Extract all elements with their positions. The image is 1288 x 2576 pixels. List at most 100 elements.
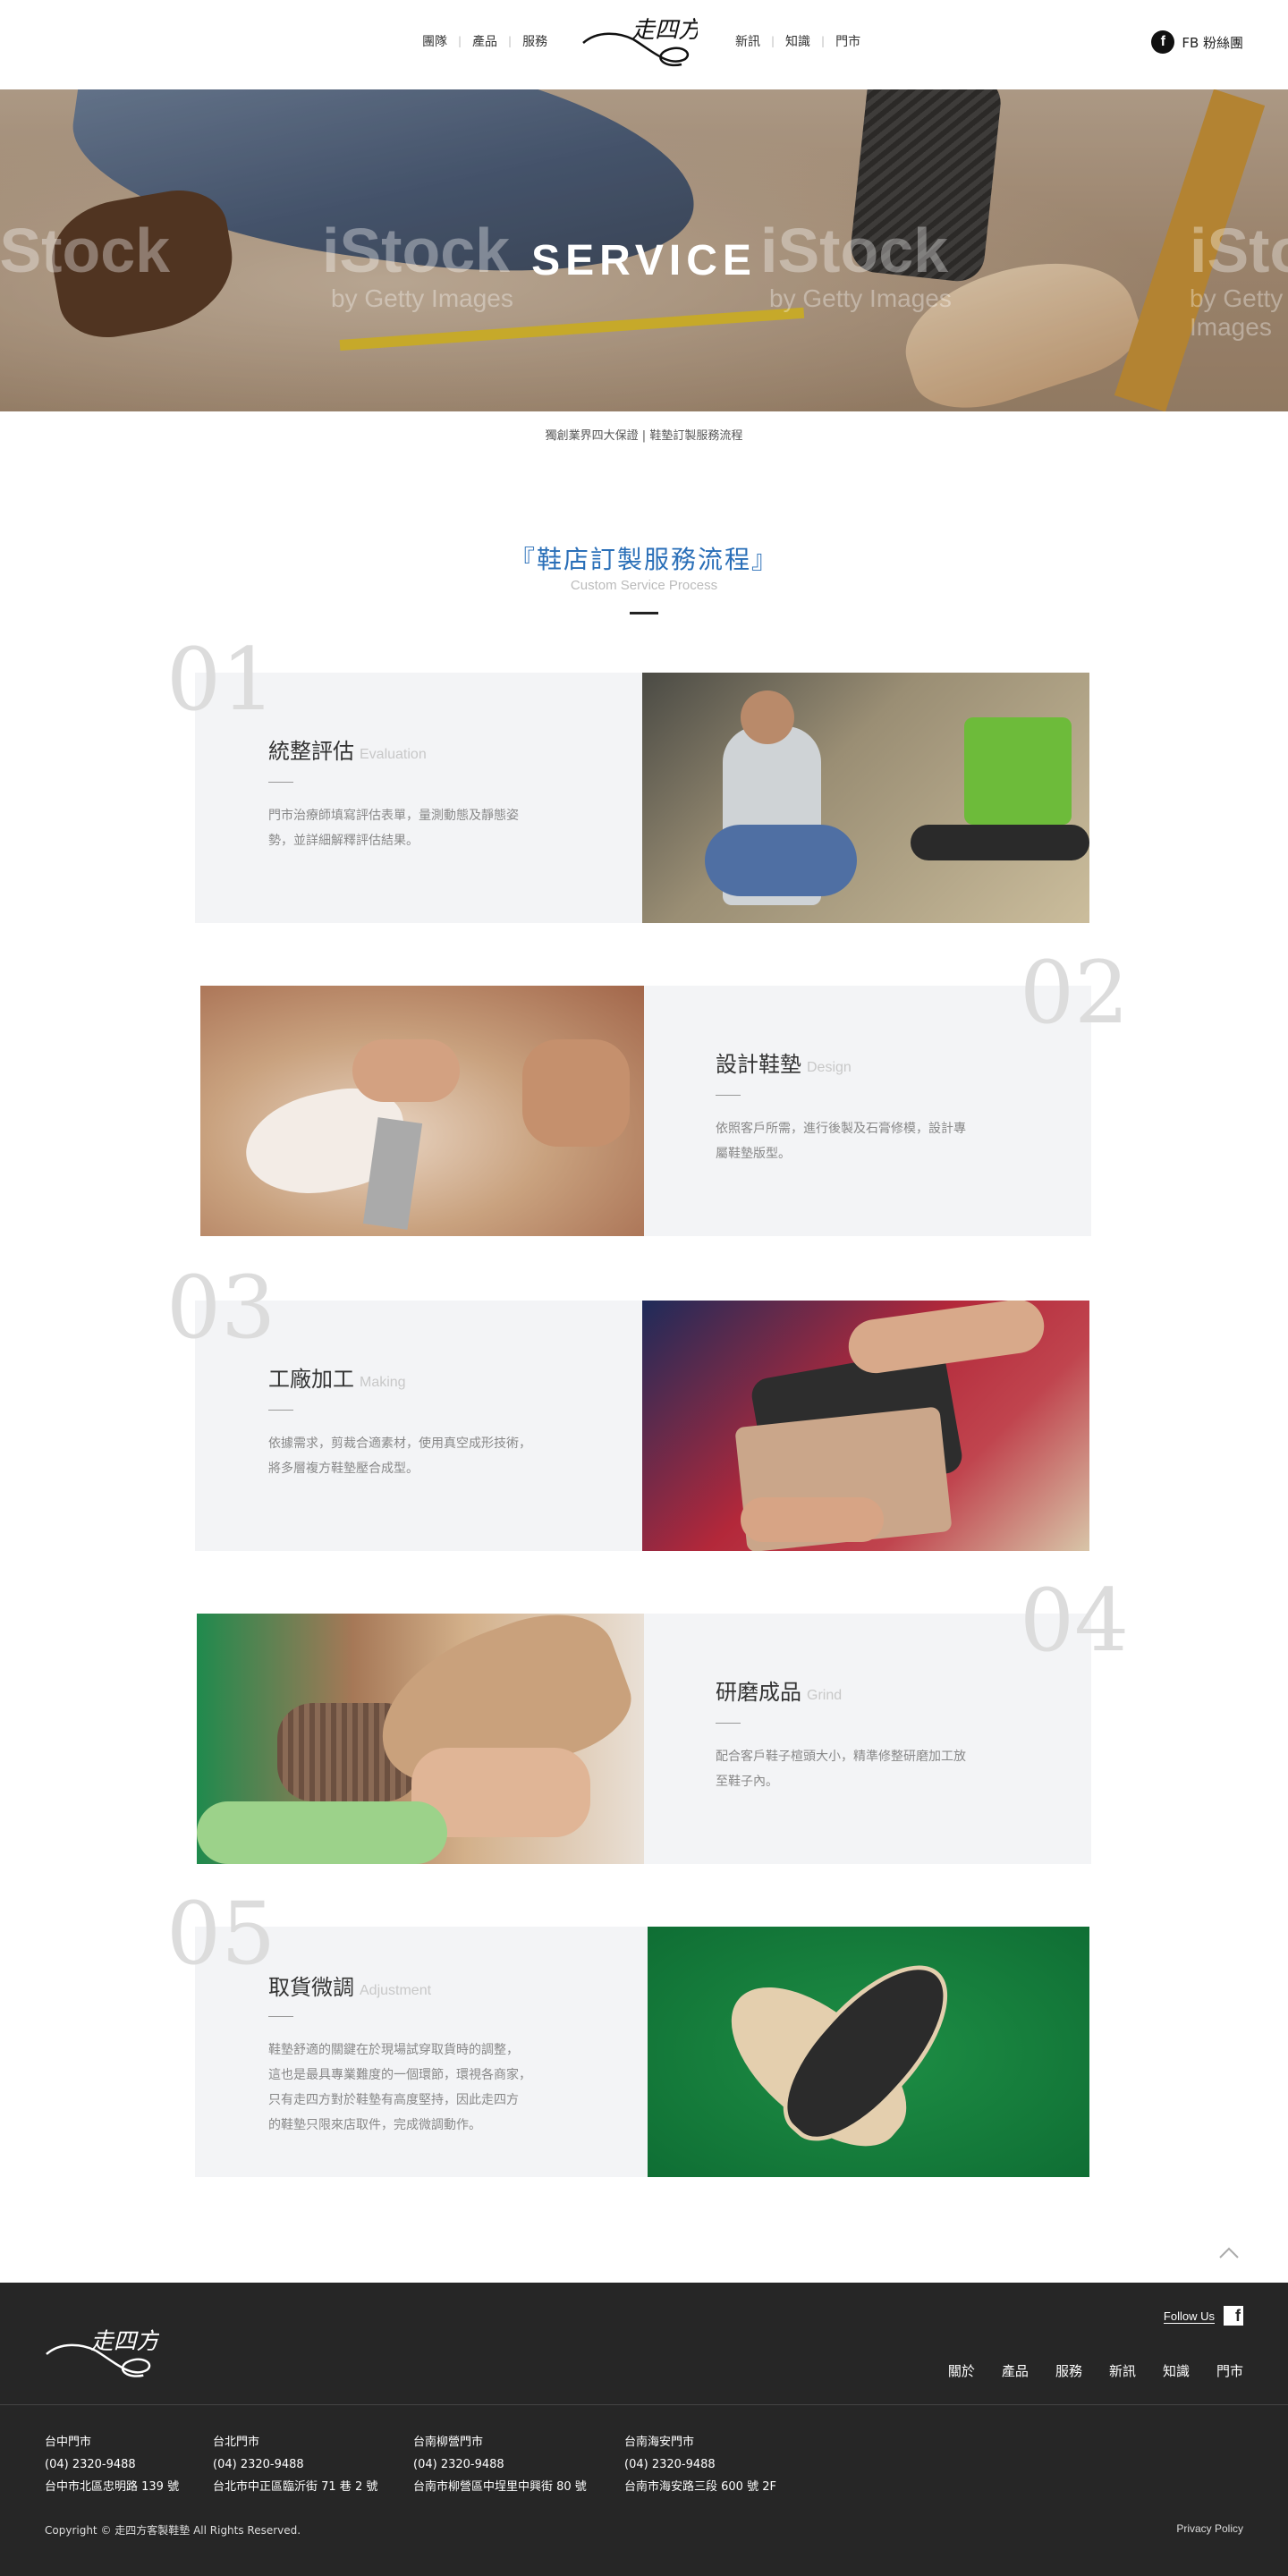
watermark-sub: by Getty Images [331, 284, 513, 312]
footer-nav-stores[interactable]: 門市 [1216, 2361, 1243, 2380]
step-photo-design [200, 986, 644, 1236]
store-phone[interactable]: (04) 2320-9488 [624, 2453, 776, 2476]
step-line [716, 1723, 741, 1724]
back-to-top-icon[interactable] [1216, 2240, 1241, 2265]
photo-hand [522, 1039, 630, 1147]
step-title-en: Design [807, 1060, 852, 1075]
privacy-policy-link[interactable]: Privacy Policy [1176, 2522, 1243, 2535]
photo-hand [741, 1497, 884, 1542]
step-number: 01 [166, 630, 276, 730]
step-title: 工廠加工 Making [268, 1361, 406, 1393]
facebook-icon[interactable]: f [1224, 2306, 1243, 2326]
step-title-zh: 設計鞋墊 [716, 1052, 801, 1077]
step-description-line: 鞋墊舒適的關鍵在於現場試穿取貨時的調整， [268, 2043, 519, 2057]
step-title-en: Grind [807, 1688, 843, 1703]
footer-nav-news[interactable]: 新訊 [1109, 2361, 1136, 2380]
store-address: 台北市中正區臨沂街 71 巷 2 號 [213, 2480, 378, 2494]
store-info-taipei: 台北門市 (04) 2320-9488 台北市中正區臨沂街 71 巷 2 號 [213, 2431, 377, 2498]
step-description-line: 這也是最具專業難度的一個環節，環視各商家， [268, 2068, 531, 2082]
facebook-icon: f [1151, 30, 1175, 54]
store-name: 台南柳營門市 [413, 2436, 484, 2449]
footer-nav-knowledge[interactable]: 知識 [1163, 2361, 1190, 2380]
store-name: 台中門市 [45, 2436, 92, 2449]
store-info-haian: 台南海安門市 (04) 2320-9488 台南市海安路三段 600 號 2F [624, 2431, 776, 2498]
photo-green-box [964, 717, 1072, 825]
step-number: 02 [1020, 943, 1130, 1043]
logo-text: 走四方 [631, 17, 698, 44]
nav-item-products[interactable]: 產品 [462, 32, 508, 50]
step-description: 配合客戶鞋子楦頭大小，精準修整研磨加工放 至鞋子內。 [716, 1744, 966, 1794]
fb-fanpage-link[interactable]: f FB 粉絲團 [1151, 30, 1243, 54]
step-description: 鞋墊舒適的關鍵在於現場試穿取貨時的調整， 這也是最具專業難度的一個環節，環視各商… [268, 2038, 531, 2138]
nav-item-team[interactable]: 團隊 [411, 32, 458, 50]
store-address: 台中市北區忠明路 139 號 [45, 2480, 180, 2494]
step-description: 依據需求，剪裁合適素材，使用真空成形技術， 將多層複方鞋墊壓合成型。 [268, 1431, 531, 1481]
follow-us-link[interactable]: Follow Us [1163, 2309, 1215, 2324]
hero-title: SERVICE [531, 237, 757, 284]
store-address: 台南市海安路三段 600 號 2F [624, 2480, 776, 2494]
step-description-line: 屬鞋墊版型。 [716, 1147, 791, 1161]
site-footer: 走四方 Follow Us f 關於 產品 服務 新訊 知識 門市 台中門市 (… [0, 2283, 1288, 2576]
step-description: 門市治療師填寫評估表單，量測動態及靜態姿 勢，並詳細解釋評估結果。 [268, 803, 519, 853]
step-description-line: 依照客戶所需，進行後製及石膏修模，設計專 [716, 1122, 966, 1136]
photo-hand [352, 1039, 460, 1102]
site-header: 團隊 | 產品 | 服務 走四方 新訊 | 知識 | 門市 f FB 粉絲團 [0, 0, 1288, 89]
step-title-en: Making [360, 1375, 406, 1390]
step-number: 04 [1020, 1571, 1130, 1671]
footer-nav-service[interactable]: 服務 [1055, 2361, 1082, 2380]
store-phone[interactable]: (04) 2320-9488 [213, 2453, 377, 2476]
photo-green-foam [197, 1801, 447, 1864]
photo-jeans [705, 825, 857, 896]
footer-divider [0, 2404, 1288, 2405]
step-title-zh: 工廠加工 [268, 1367, 354, 1392]
step-photo-adjustment [648, 1927, 1089, 2177]
step-description-line: 至鞋子內。 [716, 1775, 778, 1789]
store-name: 台北門市 [213, 2436, 260, 2449]
step-title: 取貨微調 Adjustment [268, 1970, 431, 2001]
step-title-en: Evaluation [360, 747, 427, 762]
step-line [268, 2016, 293, 2017]
step-number: 03 [166, 1258, 276, 1358]
step-description-line: 只有走四方對於鞋墊有高度堅持，因此走四方 [268, 2093, 519, 2107]
footer-logo[interactable]: 走四方 [43, 2322, 159, 2385]
footer-logo-text: 走四方 [90, 2328, 159, 2355]
step-description-line: 門市治療師填寫評估表單，量測動態及靜態姿 [268, 809, 519, 823]
nav-item-knowledge[interactable]: 知識 [775, 32, 821, 50]
nav-item-news[interactable]: 新訊 [724, 32, 771, 50]
main-nav-left: 團隊 | 產品 | 服務 [411, 32, 558, 50]
step-line [268, 782, 293, 783]
step-title: 研磨成品 Grind [716, 1674, 842, 1706]
store-phone[interactable]: (04) 2320-9488 [45, 2453, 179, 2476]
fb-fanpage-label: FB 粉絲團 [1182, 34, 1243, 51]
footer-nav-about[interactable]: 關於 [948, 2361, 975, 2380]
step-description-line: 勢，並詳細解釋評估結果。 [268, 834, 419, 848]
main-nav-right: 新訊 | 知識 | 門市 [724, 32, 871, 50]
copyright: Copyright © 走四方客製鞋墊 All Rights Reserved. [45, 2524, 301, 2537]
site-logo[interactable]: 走四方 [580, 13, 698, 72]
step-number: 05 [166, 1884, 276, 1984]
step-description: 依照客戶所需，進行後製及石膏修模，設計專 屬鞋墊版型。 [716, 1116, 966, 1166]
step-line [716, 1095, 741, 1096]
footer-nav: 關於 產品 服務 新訊 知識 門市 [921, 2361, 1243, 2380]
photo-hand [844, 1301, 1048, 1377]
store-phone[interactable]: (04) 2320-9488 [413, 2453, 587, 2476]
step-title-en: Adjustment [360, 1983, 432, 1998]
step-title-zh: 研磨成品 [716, 1680, 801, 1705]
nav-item-service[interactable]: 服務 [512, 32, 558, 50]
photo-head [741, 691, 794, 744]
store-address: 台南市柳營區中埕里中興街 80 號 [413, 2480, 587, 2494]
section-divider [630, 612, 658, 614]
photo-leg [911, 825, 1089, 860]
section-subtitle: Custom Service Process [570, 578, 718, 593]
step-description-line: 依據需求，剪裁合適素材，使用真空成形技術， [268, 1436, 531, 1451]
step-photo-grind [197, 1614, 644, 1864]
step-title-zh: 統整評估 [268, 739, 354, 764]
footer-nav-products[interactable]: 產品 [1002, 2361, 1029, 2380]
store-info-liuying: 台南柳營門市 (04) 2320-9488 台南市柳營區中埕里中興街 80 號 [413, 2431, 587, 2498]
watermark-sub: by Getty Images [769, 284, 952, 312]
step-title: 設計鞋墊 Design [716, 1046, 852, 1078]
store-info-taichung: 台中門市 (04) 2320-9488 台中市北區忠明路 139 號 [45, 2431, 179, 2498]
section-title: 『鞋店訂製服務流程』 [509, 545, 778, 574]
step-photo-evaluation [642, 673, 1089, 923]
nav-item-stores[interactable]: 門市 [825, 32, 871, 50]
